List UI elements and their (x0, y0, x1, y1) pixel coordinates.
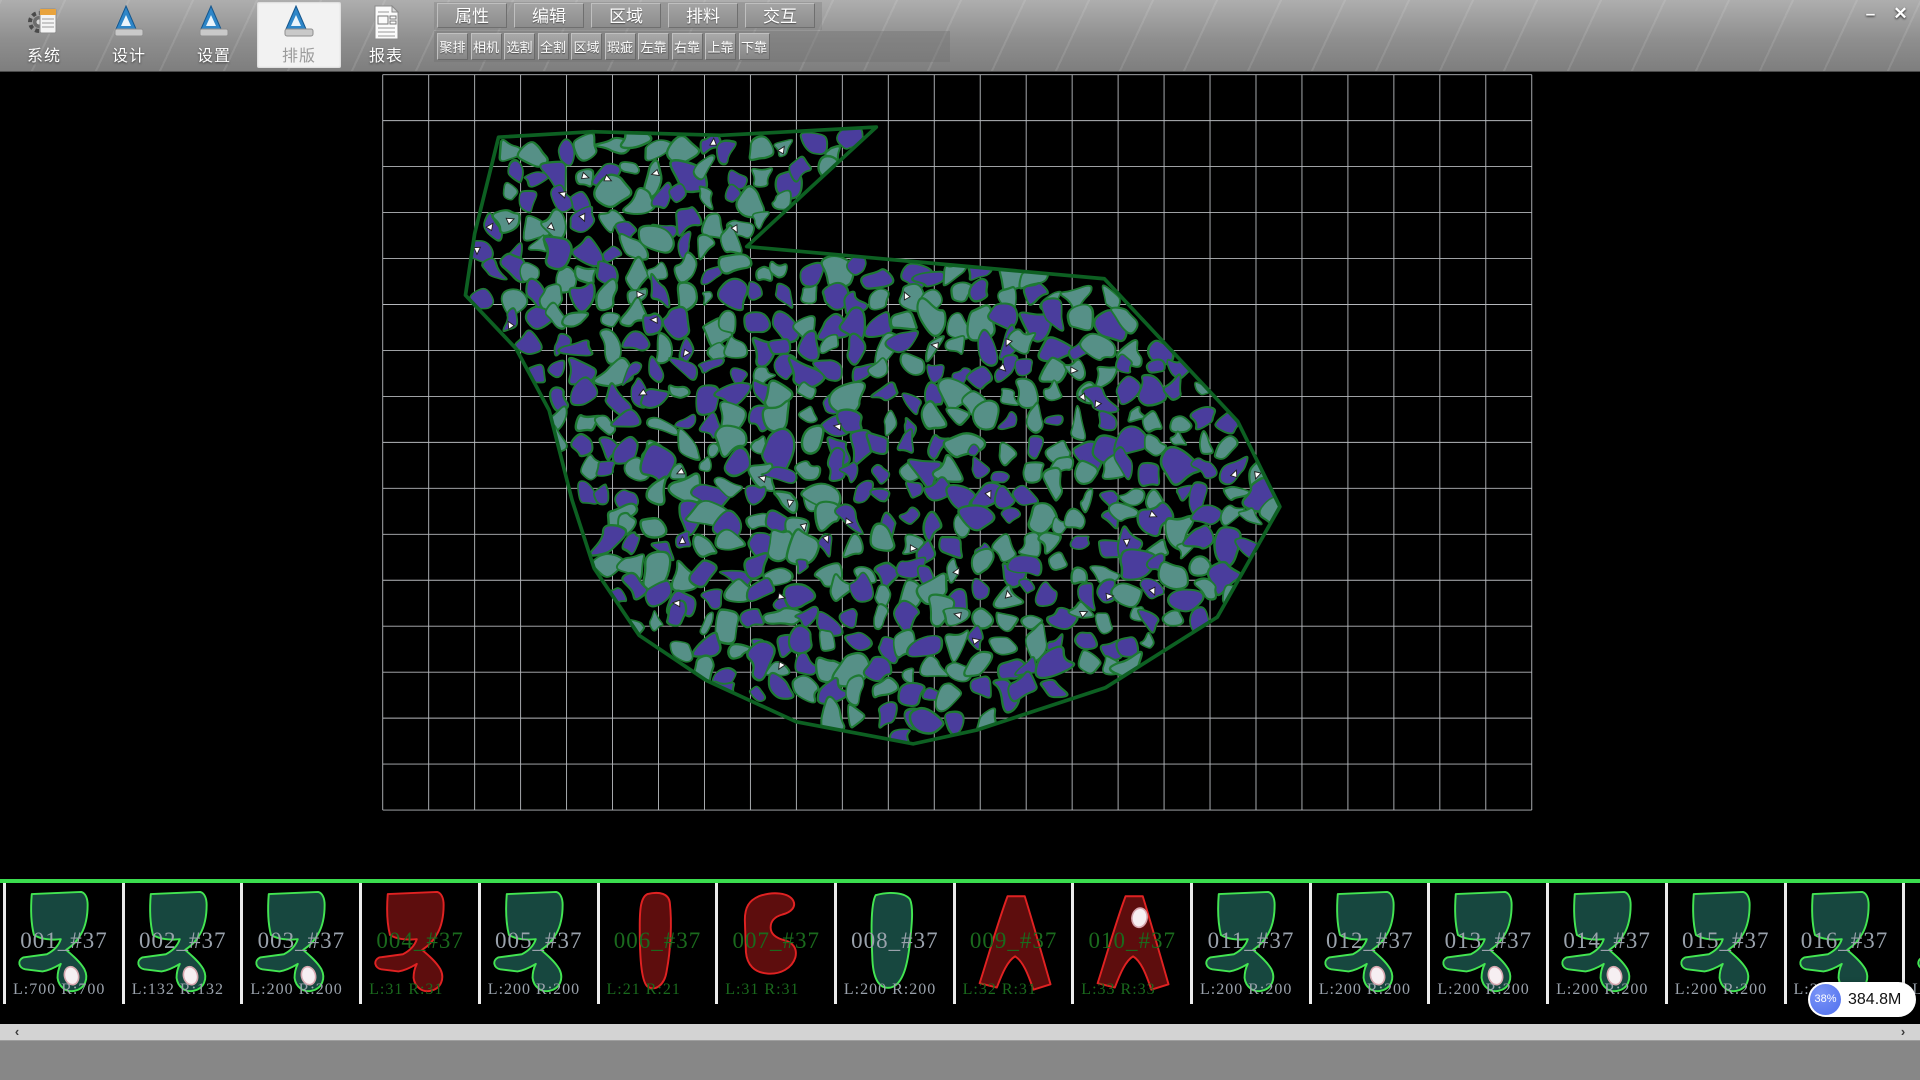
piece-name-label: 003_#37 (243, 928, 359, 954)
menu-tab-nesting[interactable]: 排料 (668, 3, 738, 28)
scroll-right-arrow[interactable]: › (1886, 1024, 1920, 1040)
system-gear-icon (27, 5, 61, 41)
memory-badge[interactable]: 38% 384.8M (1808, 982, 1916, 1017)
nested-pieces[interactable] (465, 120, 1295, 748)
thumbnail-cell-014_#37[interactable]: 014_#37 L:200 R:200 (1546, 883, 1665, 1004)
piece-lr-count: L:200 R:200 (1437, 981, 1529, 999)
piece-name-label: 008_#37 (837, 928, 953, 954)
settings-ruler-icon (197, 5, 231, 41)
memory-value: 384.8M (1848, 982, 1901, 1017)
piece-name-label: 010_#37 (1074, 928, 1190, 954)
tool-button-camera[interactable]: 相机 (471, 33, 502, 60)
thumbnail-cell-007_#37[interactable]: 007_#37 L:31 R:31 (715, 883, 834, 1004)
horizontal-scrollbar[interactable]: ‹ › (0, 1024, 1920, 1040)
minimize-button[interactable]: – (1857, 3, 1884, 27)
piece-name-label: 012_#37 (1312, 928, 1428, 954)
thumbnail-cell-001_#37[interactable]: 001_#37 L:700 R:700 (3, 883, 122, 1004)
mode-button-label: 设置 (172, 42, 256, 66)
tool-button-snap-left[interactable]: 左靠 (638, 33, 669, 60)
thumbnail-cell-011_#37[interactable]: 011_#37 L:200 R:200 (1190, 883, 1309, 1004)
mode-button-design[interactable]: 设计 (87, 2, 171, 68)
scroll-left-arrow[interactable]: ‹ (0, 1024, 34, 1040)
application-window: 系统 设计 设置 排版 (0, 0, 1920, 1080)
report-doc-icon (369, 5, 403, 41)
piece-name-label: 004_#37 (362, 928, 478, 954)
piece-name-label: 013_#37 (1430, 928, 1546, 954)
thumbnail-cell-005_#37[interactable]: 005_#37 L:200 R:200 (478, 883, 597, 1004)
piece-name-label: 009_#37 (956, 928, 1072, 954)
piece-lr-count: L:132 R:132 (132, 981, 224, 999)
tool-button-cut-all[interactable]: 全割 (538, 33, 569, 60)
piece-name-label: 011_#37 (1193, 928, 1309, 954)
close-button[interactable]: ✕ (1887, 3, 1914, 27)
piece-lr-count: L:31 R:31 (725, 981, 799, 999)
tool-button-select-cut[interactable]: 选割 (504, 33, 535, 60)
thumbnail-cell-006_#37[interactable]: 006_#37 L:21 R:21 (597, 883, 716, 1004)
toolbar: 系统 设计 设置 排版 (0, 0, 1920, 72)
tool-button-defect[interactable]: 瑕疵 (605, 33, 636, 60)
layout-ruler-icon (282, 5, 316, 41)
tool-button-snap-up[interactable]: 上靠 (705, 33, 736, 60)
piece-name-label: 016_#37 (1787, 928, 1903, 954)
tool-button-snap-right[interactable]: 右靠 (672, 33, 703, 60)
piece-lr-count: L:200 R:200 (250, 981, 342, 999)
tool-button-region[interactable]: 区域 (571, 33, 602, 60)
piece-name-label: 001_#37 (6, 928, 122, 954)
piece-lr-count: L:200 R:200 (488, 981, 580, 999)
thumbnail-cell-009_#37[interactable]: 009_#37 L:32 R:31 (953, 883, 1072, 1004)
piece-name-label: 002_#37 (125, 928, 241, 954)
main-canvas[interactable] (0, 71, 1920, 879)
piece-lr-count: L:21 R:21 (607, 981, 681, 999)
design-ruler-icon (112, 5, 146, 41)
thumbnail-cell-013_#37[interactable]: 013_#37 L:200 R:200 (1427, 883, 1546, 1004)
progress-circle: 38% (1810, 984, 1841, 1015)
piece-lr-count: L:31 R:31 (369, 981, 443, 999)
piece-lr-count: L:33 R:33 (1081, 981, 1155, 999)
mode-button-label: 设计 (87, 42, 171, 66)
piece-lr-count: L:200 R:200 (1200, 981, 1292, 999)
menu-tab-edit[interactable]: 编辑 (514, 3, 584, 28)
piece-name-label: 006_#37 (600, 928, 716, 954)
mode-button-report[interactable]: 报表 (344, 2, 428, 68)
mode-button-system[interactable]: 系统 (2, 2, 86, 68)
thumbnail-cell-015_#37[interactable]: 015_#37 L:200 R:200 (1665, 883, 1784, 1004)
status-bar (0, 1040, 1920, 1080)
menu-tab-region[interactable]: 区域 (591, 3, 661, 28)
thumbnail-cell-010_#37[interactable]: 010_#37 L:33 R:33 (1071, 883, 1190, 1004)
tool-button-snap-down[interactable]: 下靠 (739, 33, 770, 60)
mode-button-label: 系统 (2, 42, 86, 66)
piece-lr-count: L:200 R:200 (1675, 981, 1767, 999)
piece-name-label: 017_#37 (1905, 928, 1920, 954)
piece-lr-count: L:200 R:200 (844, 981, 936, 999)
piece-lr-count: L:700 R:700 (13, 981, 105, 999)
piece-name-label: 005_#37 (481, 928, 597, 954)
piece-thumbnail-strip: 001_#37 L:700 R:700 002_#37 L:132 R:132 003_… (0, 883, 1920, 1004)
thumbnail-cell-012_#37[interactable]: 012_#37 L:200 R:200 (1309, 883, 1428, 1004)
mode-button-layout[interactable]: 排版 (257, 2, 341, 68)
piece-lr-count: L:32 R:31 (963, 981, 1037, 999)
mode-button-label: 排版 (257, 42, 341, 66)
piece-name-label: 014_#37 (1549, 928, 1665, 954)
thumbnail-cell-003_#37[interactable]: 003_#37 L:200 R:200 (240, 883, 359, 1004)
menu-tab-interact[interactable]: 交互 (745, 3, 815, 28)
tool-button-cluster[interactable]: 聚排 (437, 33, 468, 60)
menu-tab-properties[interactable]: 属性 (437, 3, 507, 28)
mode-button-label: 报表 (344, 42, 428, 66)
thumbnail-cell-002_#37[interactable]: 002_#37 L:132 R:132 (122, 883, 241, 1004)
piece-lr-count: L:200 R:200 (1319, 981, 1411, 999)
thumbnail-cell-004_#37[interactable]: 004_#37 L:31 R:31 (359, 883, 478, 1004)
piece-name-label: 007_#37 (718, 928, 834, 954)
piece-name-label: 015_#37 (1668, 928, 1784, 954)
piece-lr-count: L:200 R:200 (1556, 981, 1648, 999)
thumbnail-cell-008_#37[interactable]: 008_#37 L:200 R:200 (834, 883, 953, 1004)
mode-button-settings[interactable]: 设置 (172, 2, 256, 68)
